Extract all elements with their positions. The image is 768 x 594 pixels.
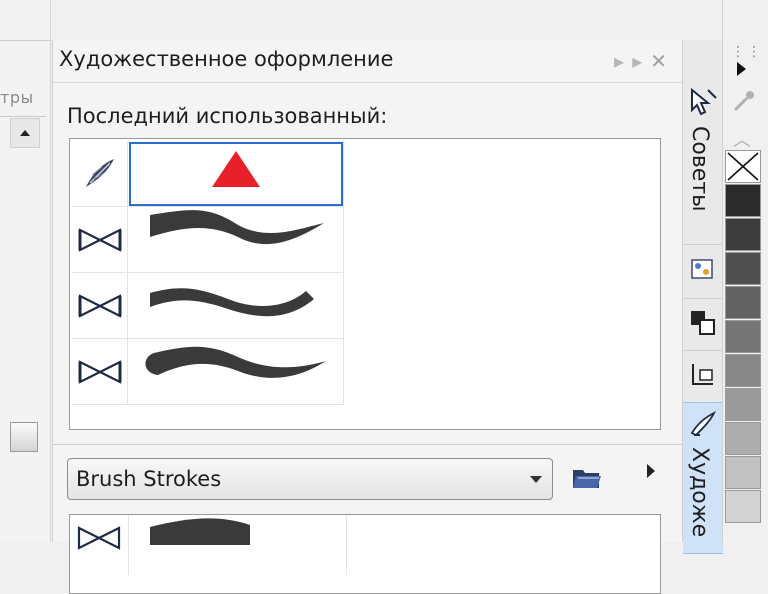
library-cell-divider xyxy=(346,515,347,575)
recent-stroke-row[interactable] xyxy=(72,339,344,405)
hints-cursor-icon[interactable] xyxy=(686,84,720,118)
gray-swatch[interactable] xyxy=(725,388,761,421)
bowtie-stroke-icon xyxy=(78,228,122,252)
color-palette-bar: ⋮⋮ ︿ xyxy=(722,0,768,542)
close-icon[interactable]: ✕ xyxy=(650,49,675,73)
brush-stroke-preview xyxy=(150,288,314,317)
library-strokes-list xyxy=(69,514,661,594)
chevron-down-icon xyxy=(530,476,542,483)
left-docker-topline xyxy=(0,40,50,41)
section-divider xyxy=(53,444,683,445)
stroke-preview[interactable] xyxy=(128,273,344,339)
recent-row-icon-cell xyxy=(72,273,128,339)
tab-hints-label: Советы xyxy=(687,126,712,212)
library-cell-divider xyxy=(128,515,129,575)
feather-brush-icon xyxy=(86,159,114,187)
folder-open-icon[interactable] xyxy=(571,464,603,492)
artistic-media-docker: Художественное оформление ▸▸✕ Последний … xyxy=(52,40,683,594)
brush-stroke-preview xyxy=(150,210,324,245)
docker-title-buttons: ▸▸✕ xyxy=(614,49,675,73)
palette-scroll-icon[interactable] xyxy=(737,62,746,76)
gray-swatch[interactable] xyxy=(725,422,761,455)
transform-icon[interactable] xyxy=(688,308,718,338)
left-scroll-up-button[interactable] xyxy=(10,118,40,148)
left-docker-strip: тры xyxy=(0,0,51,542)
title-divider xyxy=(53,82,683,83)
no-color-swatch[interactable] xyxy=(725,150,761,183)
bowtie-stroke-icon xyxy=(77,526,121,550)
gray-swatch[interactable] xyxy=(725,320,761,353)
recent-stroke-row[interactable] xyxy=(72,273,344,339)
tab-divider xyxy=(683,350,723,351)
left-docker-divider xyxy=(0,116,46,117)
palette-scroll-up-icon[interactable]: ︿ xyxy=(733,126,751,152)
no-color-x-icon xyxy=(727,152,759,181)
gray-swatch[interactable] xyxy=(725,354,761,387)
selected-stroke-preview[interactable] xyxy=(128,141,344,207)
recent-used-label: Последний использованный: xyxy=(67,104,388,128)
recent-row-icon-cell xyxy=(72,141,128,207)
docker-tab-strip: Советы Художе xyxy=(682,40,723,554)
left-scroll-thumb[interactable] xyxy=(10,422,38,452)
eyedropper-icon[interactable] xyxy=(731,88,757,114)
flyout-menu-arrow-icon[interactable] xyxy=(647,464,655,478)
red-triangle-preview xyxy=(212,151,260,187)
gray-swatch[interactable] xyxy=(725,218,761,251)
palette-grip-icon[interactable]: ⋮⋮ xyxy=(731,44,763,60)
tab-divider xyxy=(683,244,723,245)
bowtie-stroke-icon xyxy=(78,294,122,318)
recent-stroke-row[interactable] xyxy=(72,207,344,273)
tab-divider xyxy=(683,298,723,299)
gray-swatch[interactable] xyxy=(725,286,761,319)
stroke-category-dropdown[interactable]: Brush Strokes xyxy=(67,458,553,500)
double-arrow-right-icon[interactable]: ▸▸ xyxy=(614,49,650,73)
artistic-media-icon xyxy=(690,410,717,437)
dimension-icon[interactable] xyxy=(688,360,718,390)
recent-strokes-list xyxy=(69,138,661,430)
recent-row-icon-cell xyxy=(72,207,128,273)
gray-swatch[interactable] xyxy=(725,456,761,489)
gray-swatch[interactable] xyxy=(725,490,761,523)
brush-stroke-preview xyxy=(145,346,326,378)
tab-artistic-media[interactable]: Художе xyxy=(683,402,723,554)
tab-artistic-media-label: Художе xyxy=(687,447,712,538)
recent-row-icon-cell xyxy=(72,339,128,405)
left-docker-partial-label: тры xyxy=(0,88,34,107)
stroke-category-value: Brush Strokes xyxy=(76,467,222,491)
color-palette-icon[interactable] xyxy=(688,254,718,284)
brush-stroke-preview xyxy=(150,518,250,545)
gray-swatch[interactable] xyxy=(725,252,761,285)
gray-swatch[interactable] xyxy=(725,184,761,217)
recent-stroke-row[interactable] xyxy=(72,141,344,207)
stroke-preview[interactable] xyxy=(128,207,344,273)
docker-title: Художественное оформление xyxy=(59,47,394,71)
bowtie-stroke-icon xyxy=(78,360,122,384)
stroke-preview[interactable] xyxy=(128,339,344,405)
